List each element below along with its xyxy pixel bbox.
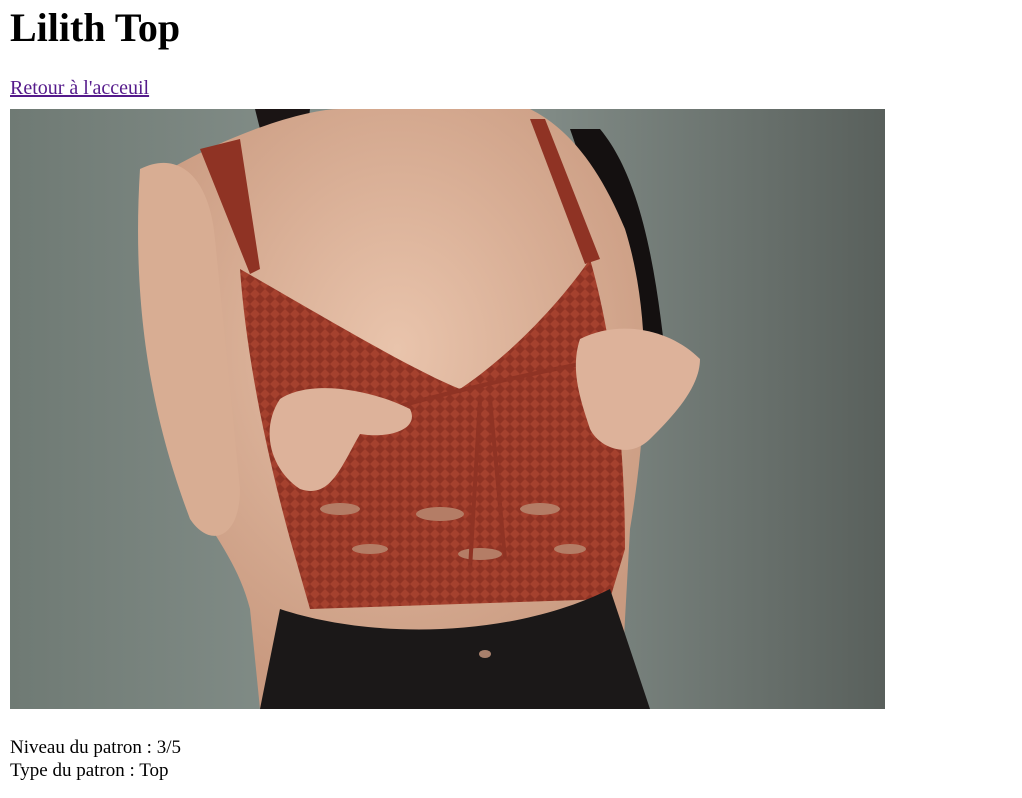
page-title: Lilith Top [10, 5, 181, 50]
pattern-type-value: Top [139, 760, 169, 781]
back-to-home-link[interactable]: Retour à l'acceuil [10, 78, 149, 98]
pattern-details: Niveau du patron : 3/5 Type du patron : … [10, 736, 1012, 782]
pattern-photo [10, 109, 885, 709]
page-container: Lilith Top Retour à l'acceuil Niveau du … [0, 0, 1022, 782]
pattern-level-label: Niveau du patron : [10, 737, 157, 758]
pattern-level-row: Niveau du patron : 3/5 [10, 736, 1012, 759]
pattern-level-value: 3/5 [156, 737, 181, 758]
pattern-type-label: Type du patron : [10, 760, 140, 781]
pattern-type-row: Type du patron : Top [10, 759, 1012, 782]
